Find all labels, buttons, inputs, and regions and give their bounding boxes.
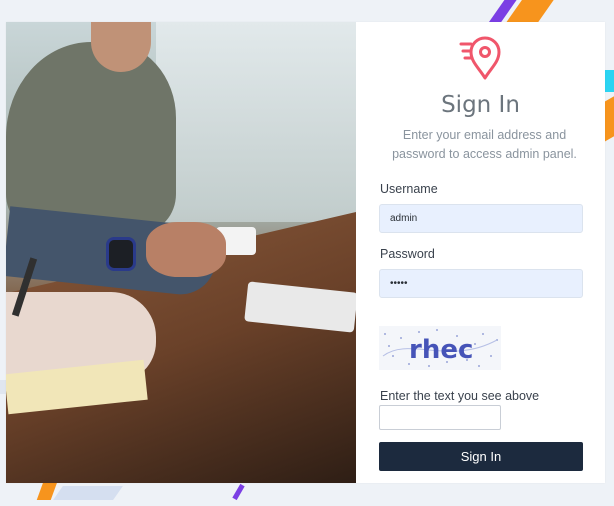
captcha-text: rhec (409, 335, 473, 365)
map-pin-icon (459, 36, 501, 80)
photo-person (6, 42, 176, 232)
photo-watch (106, 237, 136, 271)
sign-in-button[interactable]: Sign In (379, 442, 583, 471)
photo-hand (146, 222, 226, 277)
username-label: Username (380, 182, 438, 196)
username-field[interactable] (379, 204, 583, 233)
decor-stripe (232, 483, 245, 501)
login-form: Sign In Enter your email address and pas… (356, 22, 605, 483)
page-title: Sign In (441, 92, 520, 118)
hero-photo (6, 22, 356, 483)
password-field[interactable] (379, 269, 583, 298)
page-subtitle: Enter your email address and password to… (392, 128, 577, 161)
decor-stripe (604, 93, 614, 143)
password-label: Password (380, 247, 435, 261)
photo-window (156, 22, 356, 222)
captcha-input[interactable] (379, 405, 501, 430)
captcha-image: rhec (379, 326, 501, 370)
decor-stripe (604, 70, 614, 92)
decor-stripe (53, 486, 123, 500)
captcha-label: Enter the text you see above (380, 389, 540, 403)
login-card: Sign In Enter your email address and pas… (6, 22, 605, 483)
